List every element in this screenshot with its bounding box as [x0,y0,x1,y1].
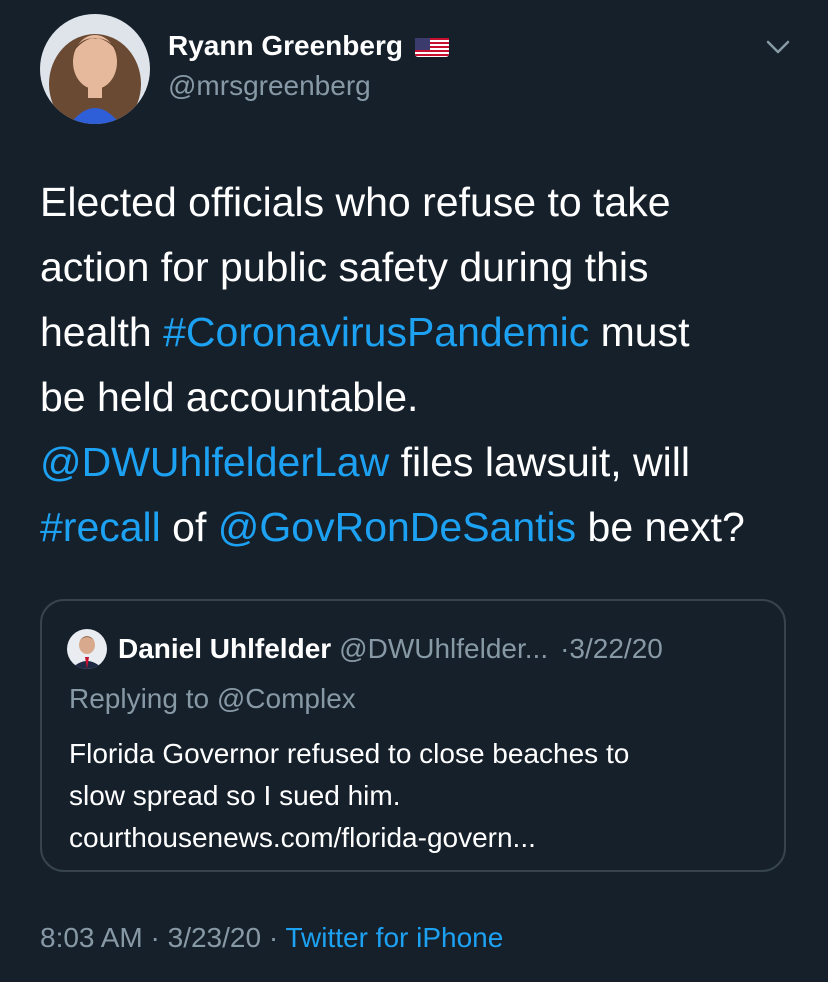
author-name-text: Ryann Greenberg [168,30,403,61]
tweet-source-link[interactable]: Twitter for iPhone [285,922,503,953]
author-name[interactable]: Ryann Greenberg [168,30,449,62]
meta-separator: · [150,922,160,953]
quoted-tweet-date: 3/22/20 [569,633,663,664]
quoted-tweet-header: Daniel Uhlfelder @DWUhlfelder... ·3/22/20 [118,629,663,669]
tweet-meta: 8:03 AM · 3/23/20 · Twitter for iPhone [40,922,503,954]
quoted-author-name: Daniel Uhlfelder [118,633,332,664]
tweet-time: 8:03 AM [40,922,143,953]
quoted-tweet-body: Florida Governor refused to close beache… [69,733,769,859]
quoted-body-line: Florida Governor refused to close beache… [69,738,630,769]
author-handle[interactable]: @mrsgreenberg [168,70,371,102]
tweet-text-line: health #CoronavirusPandemic must [40,300,800,365]
tweet-text-line: #recall of @GovRonDeSantis be next? [40,495,800,560]
hashtag-link[interactable]: #CoronavirusPandemic [163,309,589,355]
author-avatar[interactable] [40,14,150,124]
tweet-text-segment: action for public safety during this [40,244,649,290]
tweet-text: Elected officials who refuse to take acti… [40,170,800,560]
replying-to-label: Replying to @Complex [69,683,356,714]
tweet-text-segment: be next? [576,504,745,550]
tweet-text-line: be held accountable. [40,365,800,430]
tweet-text-segment: health [40,309,164,355]
quoted-author-avatar [67,629,107,669]
tweet-text-line: @DWUhlfelderLaw files lawsuit, will [40,430,800,495]
tweet-text-segment: Elected officials who refuse to take [40,179,671,225]
chevron-down-icon[interactable] [764,36,792,58]
tweet-date: 3/23/20 [167,922,262,953]
tweet-text-segment: be held accountable. [40,374,419,420]
hashtag-link[interactable]: #recall [40,504,161,550]
tweet-text-line: Elected officials who refuse to take [40,170,800,235]
tweet-text-segment: of [160,504,218,550]
tweet-text-segment: must [589,309,690,355]
tweet-text-line: action for public safety during this [40,235,800,300]
us-flag-icon [414,35,449,57]
mention-link[interactable]: @DWUhlfelderLaw [40,439,389,485]
meta-separator: · [268,922,279,953]
quoted-body-line: slow spread so I sued him. [69,780,401,811]
tweet-text-segment: files lawsuit, will [389,439,690,485]
quoted-tweet-card[interactable]: Daniel Uhlfelder @DWUhlfelder... ·3/22/20 … [40,599,786,872]
mention-link[interactable]: @GovRonDeSantis [218,504,576,550]
quoted-author-handle: @DWUhlfelder... [339,633,549,664]
quoted-body-line: courthousenews.com/florida-govern... [69,822,536,853]
